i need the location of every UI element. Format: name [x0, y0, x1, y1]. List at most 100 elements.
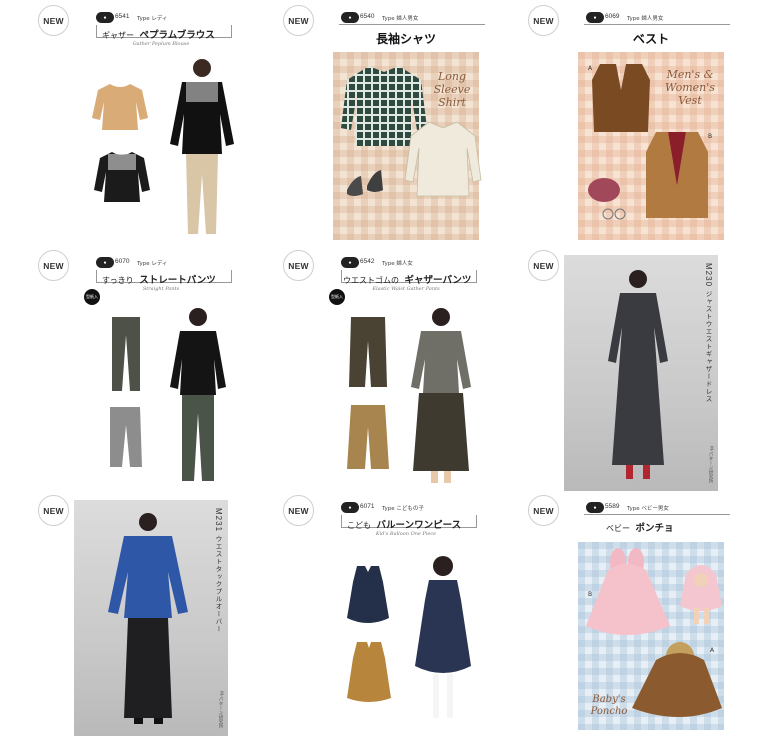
pattern-header: ● 6071 Type こどもの子 こども バルーンワンピース Kid's Ba…	[327, 498, 485, 540]
pattern-type: Type レディ	[137, 16, 168, 22]
product-cell: NEW ● 6542 Type 婦人女 ウエストゴムの ギャザーパンツ Elas…	[245, 245, 490, 491]
feature-dot: 型紙入	[84, 289, 100, 305]
pattern-code: M230	[704, 263, 713, 288]
vest-tan-image: B	[646, 132, 712, 218]
product-cell: NEW ● 5589 Type ベビー男女 ベビー ポンチョ B A Baby'…	[490, 490, 735, 736]
brand-logo: ●	[586, 502, 604, 513]
pattern-type: Type 婦人男女	[382, 16, 419, 22]
title-prefix: ギャザー	[102, 31, 134, 40]
vertical-title: M230 ジャストウエストギャザードレス	[703, 263, 713, 403]
khaki-pants-image	[347, 405, 389, 469]
model-photo	[170, 308, 226, 481]
pattern-header: ● 6541 Type レディ ギャザー ペプラムブラウス Gather Pep…	[82, 8, 240, 50]
shoes-image	[347, 170, 383, 196]
new-badge: NEW	[38, 5, 69, 36]
product-cell: NEW M231 ウエストタックプルオーバー M-パターン研究所	[0, 490, 245, 736]
pattern-header: ● 6069 Type 婦人男女 ベスト	[572, 8, 730, 50]
pattern-type: Type 婦人男女	[627, 16, 664, 22]
script-label: Baby's Poncho	[590, 694, 628, 717]
pattern-name: ジャストウエストギャザードレス	[704, 290, 712, 403]
english-subtitle: Elastic Waist Gather Pants	[372, 286, 440, 292]
product-card-6541[interactable]: ● 6541 Type レディ ギャザー ペプラムブラウス Gather Pep…	[82, 8, 240, 246]
product-card-6069[interactable]: ● 6069 Type 婦人男女 ベスト A B Men's & Women's…	[572, 8, 730, 246]
product-card-6540[interactable]: ● 6540 Type 婦人男女 長袖シャツ Long Sleeve Shirt	[327, 8, 485, 246]
svg-text:B: B	[708, 133, 712, 140]
pattern-number: 6542	[360, 258, 375, 265]
product-card-5589[interactable]: ● 5589 Type ベビー男女 ベビー ポンチョ B A Baby's Po…	[572, 498, 730, 736]
pattern-title: ウエストゴムの ギャザーパンツ	[343, 272, 471, 286]
new-badge: NEW	[283, 250, 314, 281]
pattern-type: Type レディ	[137, 261, 168, 267]
brand-logo: ●	[96, 12, 114, 23]
svg-text:A: A	[710, 647, 715, 654]
english-subtitle: Straight Pants	[142, 286, 180, 292]
model-photo	[108, 513, 188, 724]
poncho-brown-image: A	[632, 642, 722, 717]
new-badge: NEW	[283, 5, 314, 36]
beret-glasses-image	[588, 178, 626, 220]
brand-logo: ●	[586, 12, 604, 23]
script-label: Men's & Women's Vest	[665, 68, 715, 107]
pattern-number: 5589	[605, 503, 620, 510]
pattern-type: Type ベビー男女	[627, 506, 669, 512]
pants-cropped-image	[110, 407, 142, 467]
title-main: バルーンワンピース	[376, 520, 462, 531]
new-badge: NEW	[528, 495, 559, 526]
pattern-title: すっきり ストレートパンツ	[102, 272, 216, 286]
pattern-header: ● 5589 Type ベビー男女 ベビー ポンチョ	[572, 498, 730, 540]
title-prefix: ウエストゴムの	[343, 276, 399, 285]
pattern-type: Type 婦人女	[382, 261, 413, 267]
title-main: ストレートパンツ	[139, 275, 216, 286]
pattern-number: 6540	[360, 13, 375, 20]
poncho-pink-image: B	[586, 548, 670, 635]
new-badge: NEW	[283, 495, 314, 526]
product-card-6071[interactable]: ● 6071 Type こどもの子 こども バルーンワンピース Kid's Ba…	[327, 498, 485, 736]
product-card-m231[interactable]: M231 ウエストタックプルオーバー M-パターン研究所	[74, 500, 228, 736]
title-prefix: すっきり	[102, 276, 134, 285]
product-cell: NEW ● 6071 Type こどもの子 こども バルーンワンピース Kid'…	[245, 490, 490, 736]
pattern-header: ● 6542 Type 婦人女 ウエストゴムの ギャザーパンツ Elastic …	[327, 253, 485, 295]
floral-shirt-image	[404, 121, 482, 197]
brand-logo: ●	[341, 12, 359, 23]
pattern-number: 6069	[605, 13, 620, 20]
svg-text:B: B	[588, 591, 592, 598]
pattern-type: Type こどもの子	[382, 506, 424, 512]
pattern-header: ● 6070 Type レディ すっきり ストレートパンツ Straight P…	[82, 253, 240, 295]
new-badge: NEW	[38, 250, 69, 281]
dress-plaid-image	[347, 642, 391, 702]
pattern-title: こども バルーンワンピース	[347, 517, 461, 531]
model-photo	[411, 308, 471, 483]
title-main: ポンチョ	[635, 523, 674, 534]
pattern-title: ギャザー ペプラムブラウス	[102, 27, 215, 41]
product-cell: NEW ● 6069 Type 婦人男女 ベスト A B Men's & Wom…	[490, 0, 735, 246]
blouse-black-image	[94, 152, 150, 202]
product-cell: NEW ● 6540 Type 婦人男女 長袖シャツ Long Sleeve S…	[245, 0, 490, 246]
product-card-6070[interactable]: ● 6070 Type レディ すっきり ストレートパンツ Straight P…	[82, 253, 240, 491]
pattern-name: ウエストタックプルオーバー	[214, 535, 222, 633]
script-label: Long Sleeve Shirt	[433, 70, 471, 109]
brand-logo: ●	[341, 502, 359, 513]
product-card-m230[interactable]: M230 ジャストウエストギャザードレス M-パターン研究所	[564, 255, 718, 491]
credit-label: M-パターン研究所	[708, 445, 713, 483]
pattern-code: M231	[214, 508, 223, 533]
model-photo	[415, 556, 471, 718]
credit-label: M-パターン研究所	[218, 690, 223, 728]
model-photo	[608, 270, 668, 479]
title-main: ギャザーパンツ	[404, 275, 472, 286]
svg-text:A: A	[588, 65, 593, 72]
title-main: ペプラムブラウス	[139, 30, 215, 41]
brand-logo: ●	[96, 257, 114, 268]
pattern-number: 6071	[360, 503, 375, 510]
dress-navy-image	[347, 566, 389, 623]
pattern-header: ● 6540 Type 婦人男女 長袖シャツ	[327, 8, 485, 50]
pattern-title: ベビー ポンチョ	[606, 520, 674, 534]
product-cell: NEW ● 6541 Type レディ ギャザー ペプラムブラウス Gather…	[0, 0, 245, 246]
pattern-number: 6070	[115, 258, 130, 265]
product-card-6542[interactable]: ● 6542 Type 婦人女 ウエストゴムの ギャザーパンツ Elastic …	[327, 253, 485, 491]
pattern-number: 6541	[115, 13, 130, 20]
vertical-title: M231 ウエストタックプルオーバー	[213, 508, 223, 633]
pattern-title: 長袖シャツ	[375, 32, 436, 46]
pants-flat-image	[112, 317, 140, 391]
blouse-beige-image	[92, 84, 148, 130]
model-photo	[170, 59, 234, 234]
